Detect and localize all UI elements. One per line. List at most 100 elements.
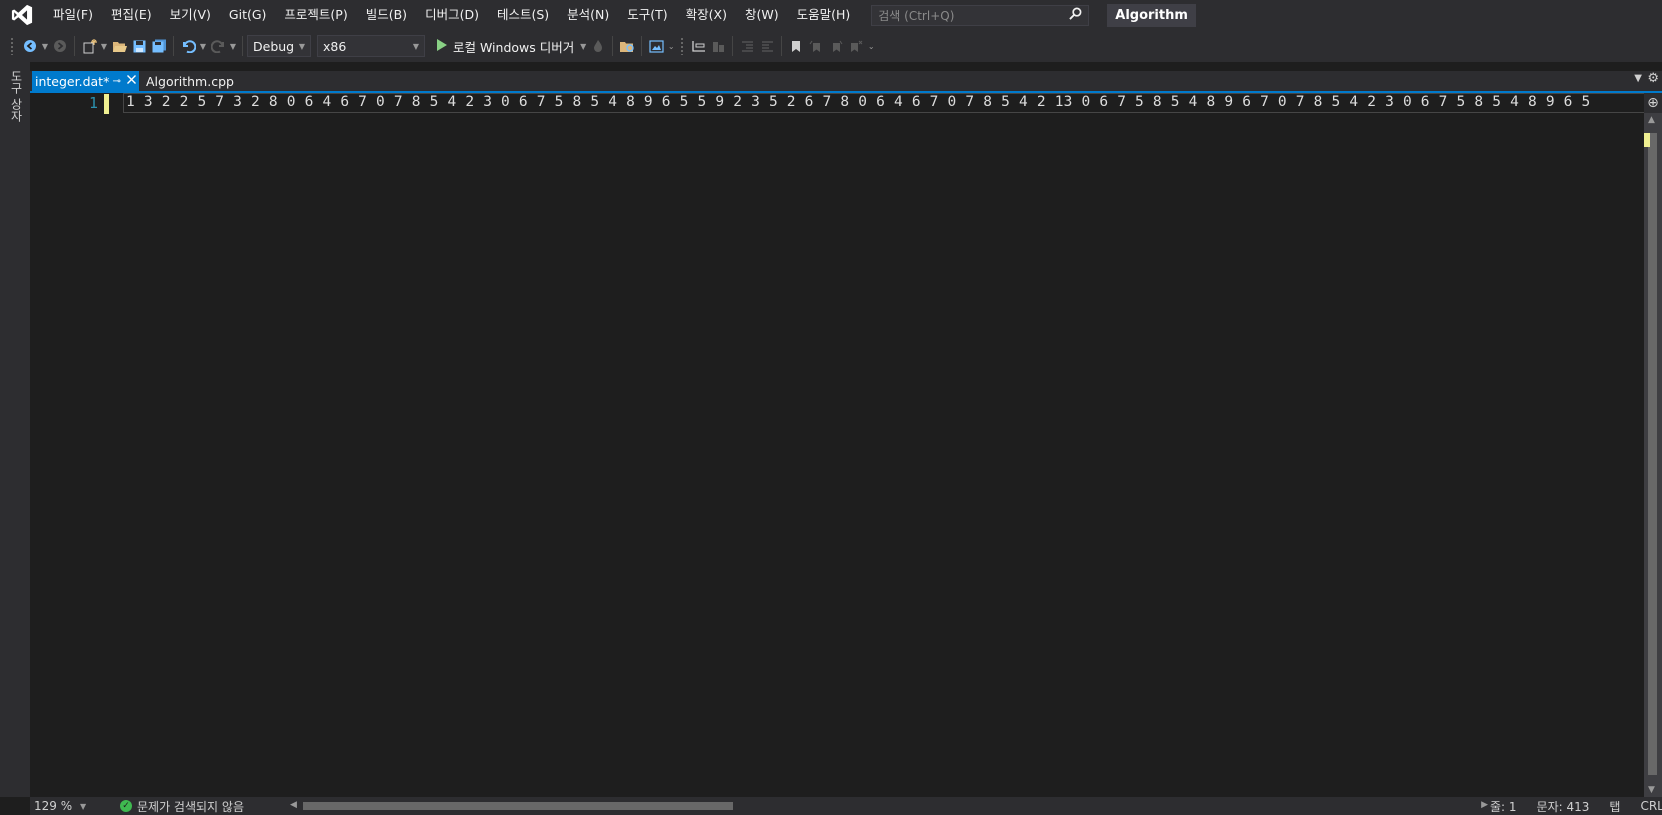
unsaved-change-marker: [104, 94, 109, 114]
menu-tools[interactable]: 도구(T): [618, 0, 676, 30]
gear-icon[interactable]: ⚙: [1647, 71, 1659, 86]
debug-target-dropdown-icon[interactable]: ▼: [578, 35, 588, 57]
vertical-scrollbar[interactable]: ▲ ▼: [1644, 113, 1662, 797]
open-file-icon[interactable]: [109, 35, 129, 57]
new-item-dropdown-icon[interactable]: ▼: [99, 35, 109, 57]
open-folder-icon[interactable]: [617, 35, 637, 57]
toolbar-grip[interactable]: [680, 37, 685, 55]
hot-reload-icon[interactable]: [588, 35, 608, 57]
toolbar-separator: [732, 36, 734, 56]
caret-position-marker: [1644, 133, 1650, 147]
search-placeholder: 검색 (Ctrl+Q): [878, 8, 955, 23]
toolbar-separator: [781, 36, 783, 56]
title-menu-bar: 파일(F) 편집(E) 보기(V) Git(G) 프로젝트(P) 빌드(B) 디…: [0, 0, 1662, 30]
horizontal-scrollbar[interactable]: ◀ ▶: [290, 797, 1488, 815]
issues-label: 문제가 검색되지 않음: [137, 799, 244, 814]
editor-status-bar: 129 % ▼ ✓ 문제가 검색되지 않음 ◀ ▶ 줄: 1 문자: 413 탭…: [30, 797, 1662, 815]
close-icon[interactable]: [124, 75, 139, 87]
document-tab-strip: integer.dat* ⊸ Algorithm.cpp ▼ ⚙: [30, 71, 1662, 91]
solution-name: Algorithm: [1107, 3, 1196, 27]
save-all-icon[interactable]: [149, 35, 169, 57]
play-icon: [437, 38, 447, 54]
toolbar-separator: [173, 36, 174, 56]
start-debugging-label: 로컬 Windows 디버거: [453, 39, 575, 55]
toolbar-grip[interactable]: [10, 37, 14, 55]
outdent-icon[interactable]: [737, 35, 757, 57]
menu-git[interactable]: Git(G): [220, 0, 276, 30]
toolbar-separator: [612, 36, 614, 56]
pin-icon[interactable]: ⊸: [109, 76, 124, 87]
new-project-icon[interactable]: [79, 35, 99, 57]
save-icon[interactable]: [129, 35, 149, 57]
scroll-left-icon[interactable]: ◀: [290, 800, 297, 810]
line-indicator[interactable]: 줄: 1: [1490, 798, 1517, 815]
menu-test[interactable]: 테스트(S): [488, 0, 558, 30]
step-into-icon[interactable]: [688, 35, 708, 57]
back-dropdown-icon[interactable]: ▼: [40, 35, 50, 57]
menu-project[interactable]: 프로젝트(P): [275, 0, 356, 30]
menu-help[interactable]: 도움말(H): [788, 0, 860, 30]
screenshot-icon[interactable]: [646, 35, 666, 57]
platform-value: x86: [323, 38, 347, 54]
menu-build[interactable]: 빌드(B): [357, 0, 416, 30]
horizontal-scroll-thumb[interactable]: [303, 802, 733, 810]
char-indicator[interactable]: 문자: 413: [1537, 798, 1590, 815]
split-editor-icon[interactable]: ⊕: [1644, 93, 1662, 113]
visual-studio-logo-icon: [0, 0, 44, 30]
zoom-level[interactable]: 129 %: [30, 799, 80, 813]
line-ending[interactable]: CRLF: [1640, 799, 1662, 813]
zoom-dropdown-icon[interactable]: ▼: [80, 802, 94, 811]
issues-indicator[interactable]: ✓ 문제가 검색되지 않음: [120, 798, 290, 815]
left-tool-rail: 도구 상자: [0, 62, 30, 797]
step-out-icon[interactable]: [708, 35, 728, 57]
menu-analyze[interactable]: 분석(N): [558, 0, 618, 30]
start-debugging-button[interactable]: 로컬 Windows 디버거: [433, 35, 578, 57]
search-icon: [1069, 7, 1082, 23]
check-circle-icon: ✓: [120, 800, 132, 812]
menu-view[interactable]: 보기(V): [161, 0, 220, 30]
menu-debug[interactable]: 디버그(D): [416, 0, 488, 30]
menu-window[interactable]: 창(W): [736, 0, 788, 30]
tab-algorithm-cpp[interactable]: Algorithm.cpp: [143, 71, 237, 91]
configuration-value: Debug: [253, 38, 295, 54]
tab-label: Algorithm.cpp: [146, 73, 234, 89]
redo-dropdown-icon[interactable]: ▼: [228, 35, 238, 57]
chevron-down-icon: ▼: [412, 41, 419, 51]
vertical-scroll-thumb[interactable]: [1648, 133, 1657, 775]
indent-icon[interactable]: [757, 35, 777, 57]
code-editor[interactable]: 1 1 3 2 2 5 7 3 2 8 0 6 4 6 7 0 7 8 5 4 …: [30, 93, 1645, 796]
navigate-back-icon[interactable]: [20, 35, 40, 57]
menu-edit[interactable]: 편집(E): [102, 0, 161, 30]
standard-toolbar: ▼ ▼ ▼ ▼ Debug ▼ x86 ▼ 로컬 Windows 디버거 ▼ ⌄…: [0, 30, 1662, 62]
configuration-select[interactable]: Debug ▼: [247, 35, 311, 57]
indent-mode[interactable]: 탭: [1609, 798, 1620, 815]
undo-dropdown-icon[interactable]: ▼: [198, 35, 208, 57]
chevron-down-icon: ▼: [298, 41, 305, 51]
menu-extensions[interactable]: 확장(X): [677, 0, 736, 30]
tab-label: integer.dat*: [35, 73, 110, 89]
platform-select[interactable]: x86 ▼: [317, 35, 425, 57]
toolbox-tab[interactable]: 도구 상자: [8, 70, 25, 122]
code-line[interactable]: 1 3 2 2 5 7 3 2 8 0 6 4 6 7 0 7 8 5 4 2 …: [126, 94, 1590, 110]
navigate-forward-icon[interactable]: [50, 35, 70, 57]
toolbar-separator: [641, 36, 643, 56]
toolbar-overflow-icon[interactable]: ⌄: [666, 35, 676, 57]
cursor-position-info: 줄: 1 문자: 413 탭 CRLF: [1490, 797, 1662, 815]
next-bookmark-icon[interactable]: [826, 35, 846, 57]
redo-icon[interactable]: [208, 35, 228, 57]
clear-bookmarks-icon[interactable]: [846, 35, 866, 57]
scroll-right-icon[interactable]: ▶: [1481, 800, 1488, 810]
toolbar-separator: [74, 36, 75, 56]
previous-bookmark-icon[interactable]: [806, 35, 826, 57]
undo-icon[interactable]: [178, 35, 198, 57]
bookmark-icon[interactable]: [786, 35, 806, 57]
toolbar-overflow-icon[interactable]: ⌄: [866, 35, 876, 57]
search-input[interactable]: 검색 (Ctrl+Q): [871, 4, 1090, 26]
line-number: 1: [88, 94, 98, 112]
tab-list-dropdown-icon[interactable]: ▼: [1634, 73, 1642, 84]
tab-integer-dat[interactable]: integer.dat* ⊸: [32, 71, 139, 91]
toolbar-separator: [242, 36, 243, 56]
menu-file[interactable]: 파일(F): [44, 0, 102, 30]
scroll-up-icon[interactable]: ▲: [1648, 115, 1655, 125]
scroll-down-icon[interactable]: ▼: [1648, 785, 1655, 795]
